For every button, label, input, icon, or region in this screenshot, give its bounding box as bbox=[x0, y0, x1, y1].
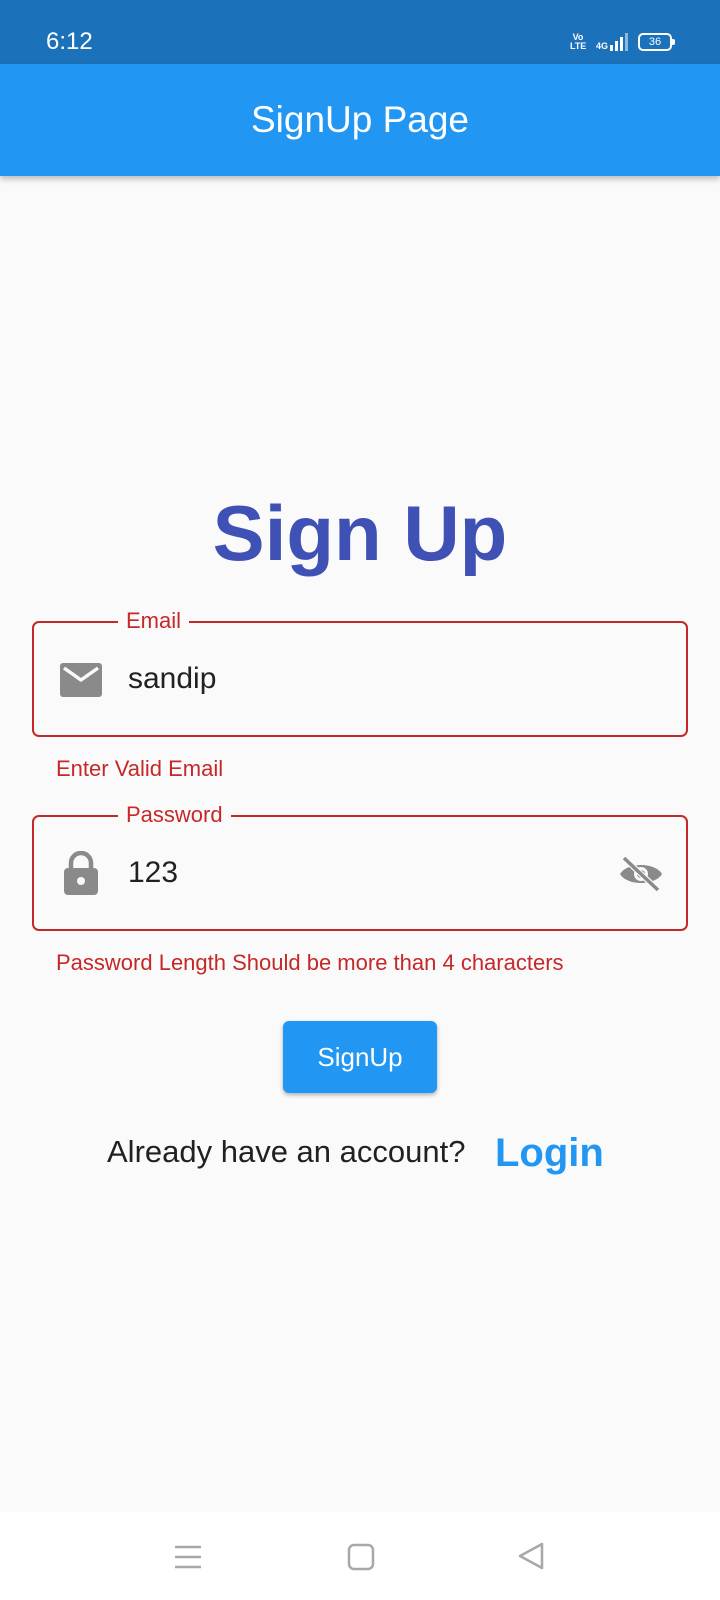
password-input[interactable] bbox=[128, 853, 598, 893]
menu-icon[interactable] bbox=[173, 1544, 203, 1575]
password-field[interactable]: Password bbox=[32, 801, 688, 931]
status-icons: Vo LTE 4G 36 bbox=[569, 30, 675, 54]
signup-button[interactable]: SignUp bbox=[283, 1021, 437, 1093]
login-link[interactable]: Login bbox=[495, 1130, 604, 1176]
visibility-off-icon[interactable] bbox=[618, 855, 664, 898]
app-bar-title: SignUp Page bbox=[250, 99, 470, 140]
status-time: 6:12 bbox=[46, 28, 93, 55]
network-type: 4G bbox=[595, 41, 608, 51]
battery-icon: 36 bbox=[638, 33, 675, 51]
email-input[interactable] bbox=[128, 659, 598, 699]
battery-level: 36 bbox=[648, 36, 662, 48]
email-error: Enter Valid Email bbox=[56, 756, 224, 781]
email-field[interactable]: Email bbox=[32, 607, 688, 737]
home-square-icon[interactable] bbox=[347, 1543, 375, 1576]
status-bar: 6:12 Vo LTE 4G 36 bbox=[0, 0, 720, 64]
password-error: Password Length Should be more than 4 ch… bbox=[56, 950, 564, 975]
volte-icon: Vo LTE bbox=[569, 32, 587, 51]
password-label: Password bbox=[118, 801, 231, 829]
page-title: Sign Up bbox=[212, 489, 508, 577]
navigation-bar bbox=[0, 1512, 720, 1600]
lock-icon bbox=[63, 850, 99, 900]
mail-icon bbox=[60, 663, 102, 702]
signal-icon: 4G bbox=[596, 33, 628, 51]
app-bar: SignUp Page bbox=[0, 64, 720, 176]
account-prompt: Already have an account? bbox=[107, 1134, 466, 1169]
back-triangle-icon[interactable] bbox=[517, 1541, 545, 1576]
email-label: Email bbox=[118, 607, 190, 635]
